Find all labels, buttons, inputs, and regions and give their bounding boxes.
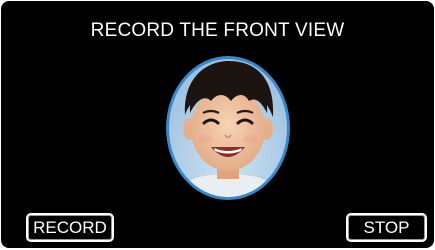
screen-title: RECORD THE FRONT VIEW <box>90 20 345 41</box>
face-guide-frame <box>165 55 291 201</box>
camera-screen: RECORD THE FRONT VIEW RECORD STOP <box>1 1 434 248</box>
face-preview <box>166 56 290 200</box>
stop-button[interactable]: STOP <box>346 213 427 242</box>
record-button[interactable]: RECORD <box>26 213 114 242</box>
